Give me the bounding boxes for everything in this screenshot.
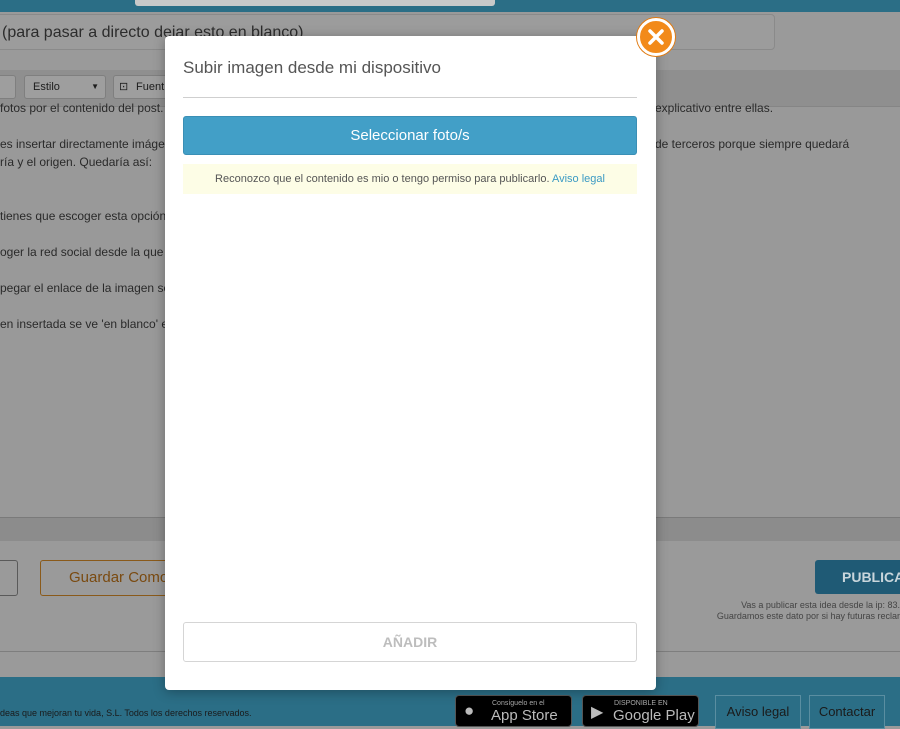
content-line: es insertar directamente imágene: [0, 137, 179, 151]
app-store-big-text: App Store: [491, 707, 558, 724]
font-icon: ⊡: [119, 81, 129, 93]
google-play-big-text: Google Play: [613, 707, 695, 724]
footer-legal-link: Aviso legal: [715, 695, 801, 729]
content-line: ría y el origen. Quedaría así:: [0, 155, 153, 169]
top-header: [0, 0, 900, 12]
content-line: tienes que escoger esta opción: [0, 209, 167, 223]
legal-notice-link[interactable]: Aviso legal: [552, 173, 605, 185]
content-line: fotos por el contenido del post.: [0, 101, 164, 115]
ip-note-line: Guardamos este dato por si hay futuras r…: [716, 611, 900, 621]
content-line: oger la red social desde la que q: [0, 245, 174, 259]
content-line: en insertada se ve 'en blanco' e: [0, 317, 169, 331]
preview-button: [0, 560, 18, 596]
apple-icon: ●: [464, 701, 475, 720]
modal-title: Subir imagen desde mi dispositivo: [183, 58, 441, 77]
font-select: ⊡ Fuent: [113, 75, 173, 99]
font-select-label: Fuent: [136, 81, 165, 93]
ip-note: Vas a publicar esta idea desde la ip: 83…: [717, 600, 900, 622]
add-button[interactable]: AÑADIR: [183, 622, 637, 662]
close-modal-button[interactable]: [637, 18, 675, 56]
chevron-down-icon: ▼: [91, 82, 99, 91]
close-icon: [648, 29, 664, 45]
style-select: Estilo ▼: [24, 75, 106, 99]
style-select-label: Estilo: [33, 81, 60, 93]
content-line: explicativo entre ellas.: [655, 101, 774, 115]
ip-note-line: Vas a publicar esta idea desde la ip: 83…: [741, 600, 900, 610]
select-photos-button[interactable]: Seleccionar foto/s: [183, 116, 637, 155]
play-icon: ▶: [591, 704, 604, 721]
rights-notice-text: Reconozco que el contenido es mio o teng…: [215, 173, 550, 185]
upload-image-modal: Subir imagen desde mi dispositivo Selecc…: [165, 36, 656, 690]
google-play-small-text: DISPONIBLE EN: [614, 700, 668, 707]
header-search: [135, 0, 495, 6]
content-line: pegar el enlace de la imagen se: [0, 281, 171, 295]
app-store-badge: ● Consíguelo en el App Store: [455, 695, 572, 727]
modal-divider: [183, 97, 637, 98]
app-store-small-text: Consíguelo en el: [492, 700, 545, 707]
google-play-badge: ▶ DISPONIBLE EN Google Play: [582, 695, 699, 727]
rights-notice: Reconozco que el contenido es mio o teng…: [183, 164, 637, 194]
footer-contact-link: Contactar: [809, 695, 885, 729]
copyright-text: deas que mejoran tu vida, S.L. Todos los…: [0, 708, 252, 718]
toolbar-icon-button: [0, 75, 16, 99]
publish-button: PUBLICA: [815, 560, 900, 594]
content-line: de terceros porque siempre quedará: [655, 137, 850, 151]
